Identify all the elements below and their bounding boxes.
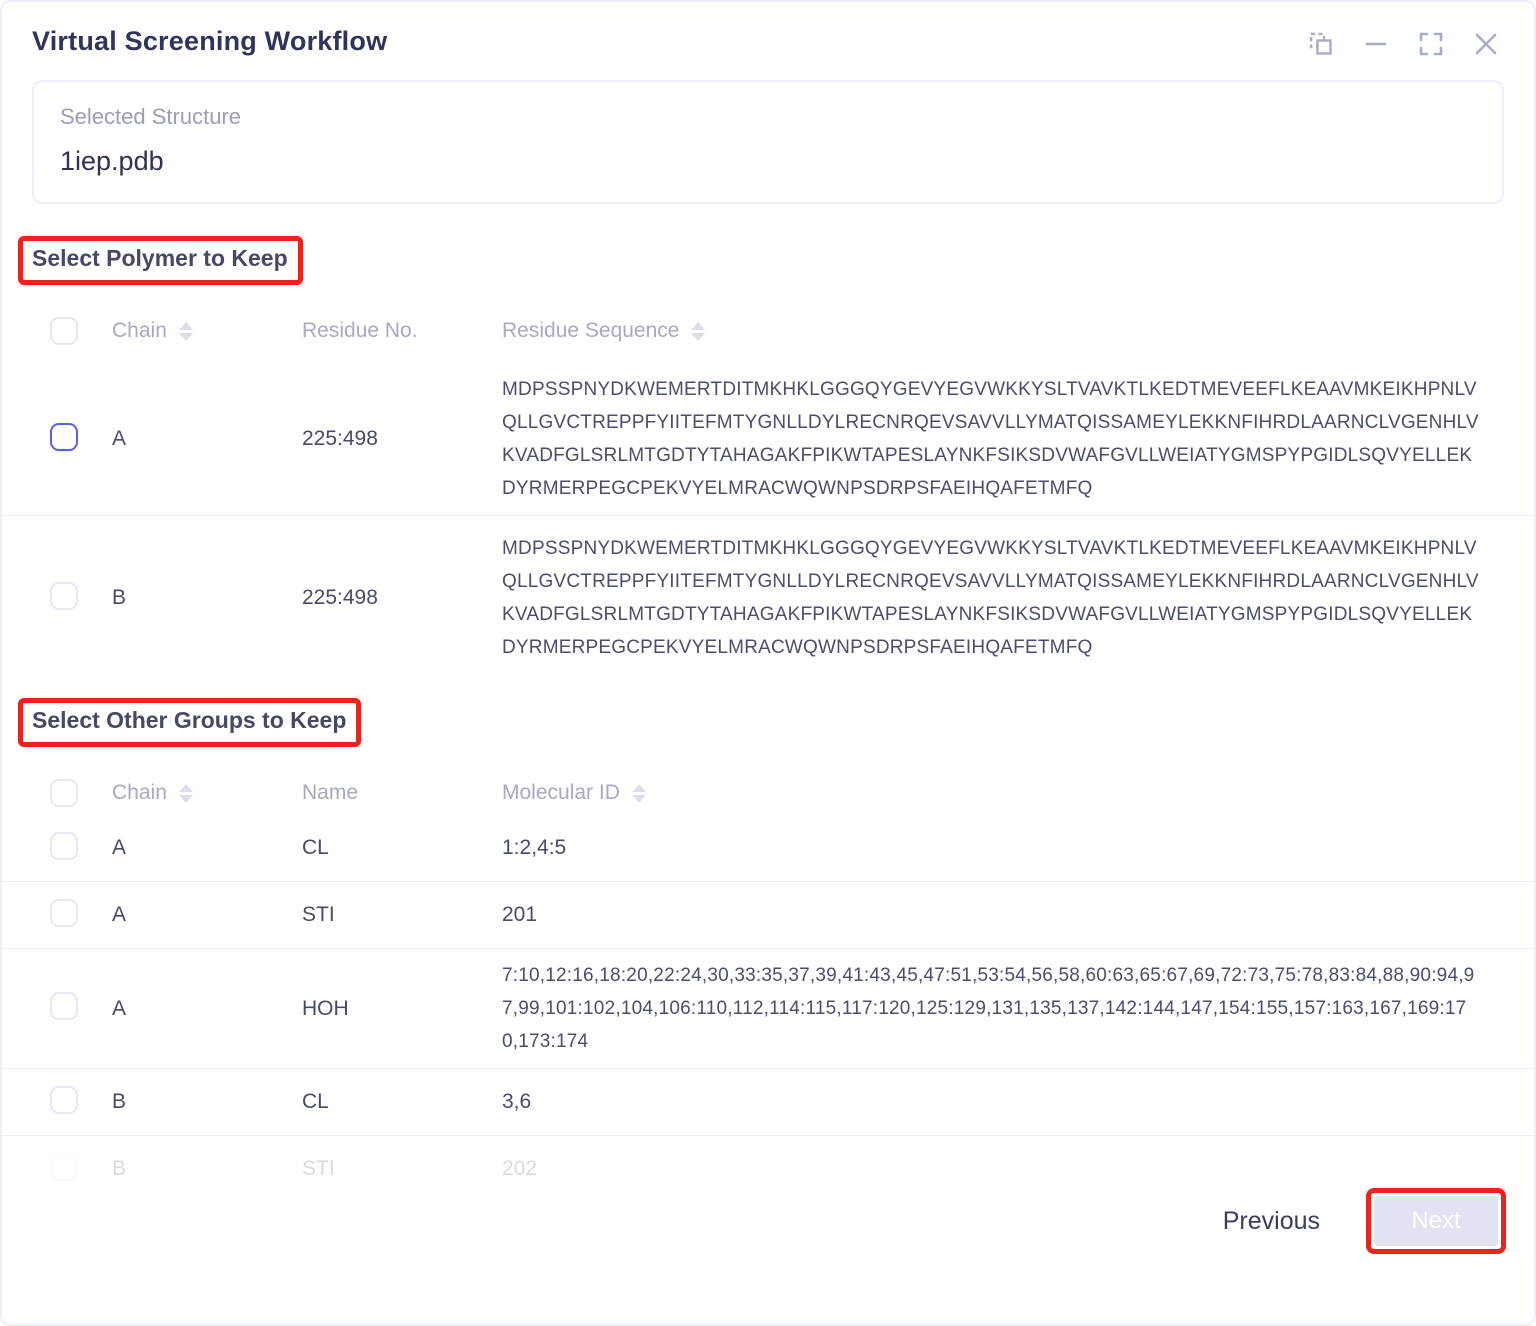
polymer-header-chain[interactable]: Chain: [112, 319, 302, 343]
table-row: A 225:498 MDPSSPNYDKWEMERTDITMKHKLGGGQYG…: [2, 353, 1534, 515]
selected-structure-value: 1iep.pdb: [60, 146, 1502, 177]
group-chain: B: [112, 1090, 302, 1114]
group-chain: A: [112, 903, 302, 927]
selected-structure-card: Selected Structure 1iep.pdb: [32, 80, 1504, 204]
group-row-checkbox[interactable]: [50, 1086, 78, 1114]
window-controls: [1307, 30, 1500, 58]
maximize-icon[interactable]: [1417, 30, 1445, 58]
polymer-chain: A: [112, 427, 302, 451]
groups-section-title: Select Other Groups to Keep: [32, 707, 346, 733]
polymer-row-a-checkbox[interactable]: [50, 423, 78, 451]
table-row: A HOH 7:10,12:16,18:20,22:24,30,33:35,37…: [2, 949, 1534, 1068]
polymer-chain: B: [112, 586, 302, 610]
sort-icon: [691, 322, 705, 341]
previous-button[interactable]: Previous: [1223, 1207, 1320, 1236]
groups-header-molecular-id[interactable]: Molecular ID: [502, 781, 1479, 805]
group-row-checkbox[interactable]: [50, 1153, 78, 1181]
titlebar: Virtual Screening Workflow: [2, 2, 1534, 58]
annotation-box-next: Next: [1366, 1188, 1506, 1254]
groups-header-chain[interactable]: Chain: [112, 781, 302, 805]
group-name: CL: [302, 836, 502, 860]
group-molecular-id: 201: [502, 903, 1479, 927]
polymer-row-b-checkbox[interactable]: [50, 582, 78, 610]
group-molecular-id: 202: [502, 1157, 1479, 1181]
polymer-residue-sequence: MDPSSPNYDKWEMERTDITMKHKLGGGQYGEVYEGVWKKY…: [502, 532, 1479, 664]
table-row: B CL 3,6: [2, 1069, 1534, 1135]
group-name: STI: [302, 903, 502, 927]
footer: Previous Next: [2, 1188, 1534, 1254]
group-name: CL: [302, 1090, 502, 1114]
polymer-residue-no: 225:498: [302, 427, 502, 451]
dialog-title: Virtual Screening Workflow: [32, 26, 387, 57]
table-row: A STI 201: [2, 882, 1534, 948]
polymer-section-title: Select Polymer to Keep: [32, 245, 288, 271]
polymer-header-residue-sequence[interactable]: Residue Sequence: [502, 319, 1479, 343]
group-chain: B: [112, 1157, 302, 1181]
sort-icon: [179, 784, 193, 803]
group-name: STI: [302, 1157, 502, 1181]
groups-table-header: Chain Name Molecular ID: [2, 771, 1534, 815]
group-molecular-id: 1:2,4:5: [502, 836, 1479, 860]
close-icon[interactable]: [1472, 30, 1500, 58]
annotation-box-groups: Select Other Groups to Keep: [18, 698, 361, 747]
virtual-screening-dialog: Virtual Screening Workflow: [0, 0, 1536, 1326]
restore-icon[interactable]: [1307, 30, 1335, 58]
group-chain: A: [112, 836, 302, 860]
table-row: A CL 1:2,4:5: [2, 815, 1534, 881]
sort-icon: [179, 322, 193, 341]
polymer-residue-sequence: MDPSSPNYDKWEMERTDITMKHKLGGGQYGEVYEGVWKKY…: [502, 373, 1479, 505]
polymer-residue-no: 225:498: [302, 586, 502, 610]
group-row-checkbox[interactable]: [50, 992, 78, 1020]
polymer-select-all-checkbox[interactable]: [50, 317, 78, 345]
polymer-header-residue-no: Residue No.: [302, 319, 502, 343]
group-row-checkbox[interactable]: [50, 899, 78, 927]
group-name: HOH: [302, 997, 502, 1021]
table-row: B 225:498 MDPSSPNYDKWEMERTDITMKHKLGGGQYG…: [2, 516, 1534, 672]
polymer-table-header: Chain Residue No. Residue Sequence: [2, 309, 1534, 353]
selected-structure-label: Selected Structure: [60, 104, 1502, 130]
groups-header-name: Name: [302, 781, 502, 805]
annotation-box-polymer: Select Polymer to Keep: [18, 236, 303, 285]
next-button[interactable]: Next: [1374, 1196, 1498, 1246]
group-chain: A: [112, 997, 302, 1021]
sort-icon: [632, 784, 646, 803]
minimize-icon[interactable]: [1362, 30, 1390, 58]
group-molecular-id: 7:10,12:16,18:20,22:24,30,33:35,37,39,41…: [502, 959, 1479, 1058]
groups-select-all-checkbox[interactable]: [50, 779, 78, 807]
group-row-checkbox[interactable]: [50, 832, 78, 860]
group-molecular-id: 3,6: [502, 1090, 1479, 1114]
